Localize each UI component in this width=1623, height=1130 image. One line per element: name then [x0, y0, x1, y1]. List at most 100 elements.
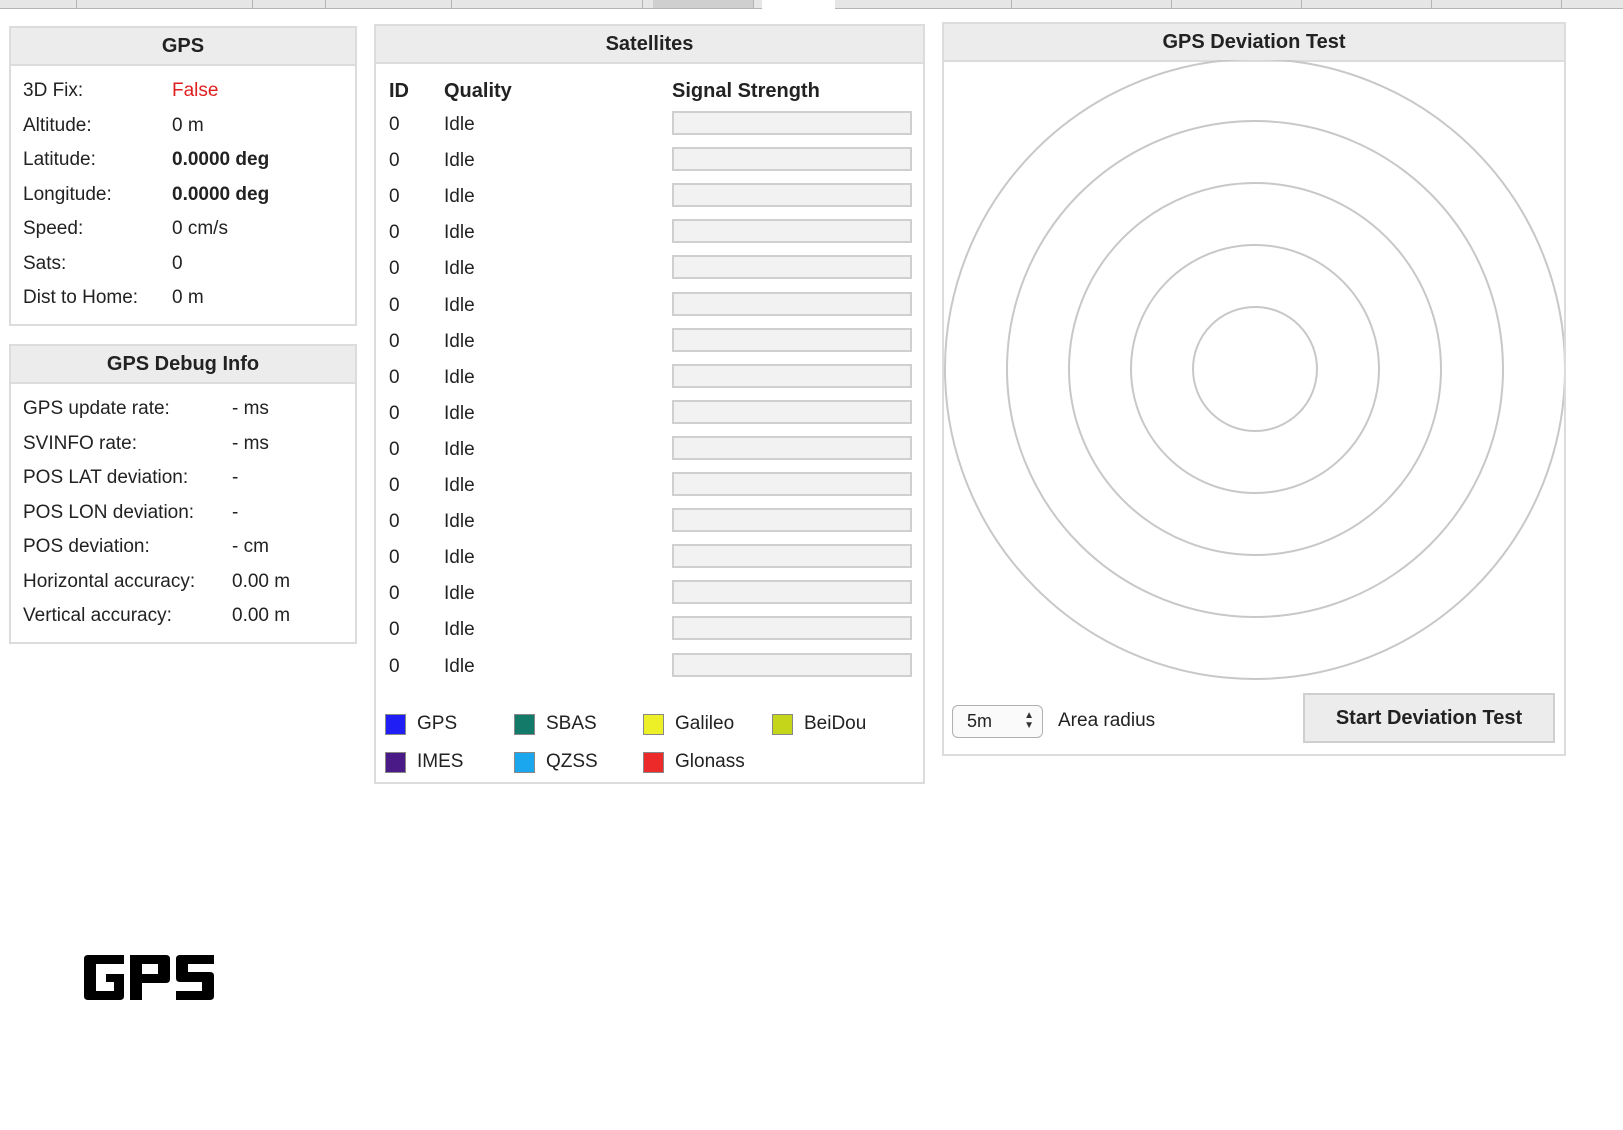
debug-field-value: -	[232, 501, 239, 523]
satellite-quality: Idle	[444, 222, 475, 244]
signal-strength-bar	[672, 327, 912, 352]
deviation-test-panel-title: GPS Deviation Test	[944, 24, 1564, 62]
gps-field-label: Dist to Home:	[23, 287, 139, 308]
legend-item: QZSS	[514, 750, 598, 774]
satellite-quality: Idle	[444, 583, 475, 605]
legend-label: Glonass	[675, 751, 745, 772]
tab-fragment[interactable]	[336, 0, 452, 8]
select-arrows-icon: ▲ ▼	[1024, 710, 1034, 731]
gps-debug-panel-title: GPS Debug Info	[11, 346, 355, 384]
satellite-id: 0	[389, 258, 400, 280]
signal-strength-bar	[672, 399, 912, 424]
legend-label: IMES	[417, 751, 464, 772]
deviation-target-plot	[944, 60, 1564, 680]
signal-strength-bar	[672, 508, 912, 533]
signal-strength-bar	[672, 255, 912, 280]
gps-logo	[84, 955, 214, 1000]
column-header-quality: Quality	[444, 80, 512, 102]
gps-field-value: 0	[172, 252, 183, 274]
start-deviation-test-button[interactable]: Start Deviation Test	[1303, 693, 1555, 743]
signal-strength-bar	[672, 363, 912, 388]
debug-field-value: -	[232, 467, 239, 488]
legend-swatch	[643, 713, 664, 735]
satellite-quality: Idle	[444, 114, 475, 135]
satellites-panel-title: Satellites	[376, 26, 923, 64]
gps-field-label: Sats:	[23, 252, 67, 274]
tab-fragment-active[interactable]	[653, 0, 754, 8]
legend-swatch	[514, 751, 535, 773]
debug-field-value: 0.00 m	[232, 605, 291, 626]
satellite-id: 0	[389, 366, 400, 388]
tab-fragment[interactable]	[1021, 0, 1172, 8]
debug-field-label: POS LON deviation:	[23, 501, 195, 523]
legend-swatch	[385, 751, 406, 773]
area-radius-select[interactable]: 5m ▲ ▼	[952, 705, 1043, 738]
legend-label: QZSS	[546, 751, 598, 772]
signal-strength-bar	[672, 616, 912, 641]
satellite-id: 0	[389, 114, 400, 135]
signal-strength-bar	[672, 111, 912, 135]
satellite-quality: Idle	[444, 511, 475, 533]
satellite-quality: Idle	[444, 294, 475, 316]
debug-field-value: - ms	[232, 432, 269, 454]
legend-swatch	[643, 751, 664, 773]
legend-item: Glonass	[643, 750, 745, 774]
satellite-quality: Idle	[444, 330, 475, 352]
legend-item: SBAS	[514, 712, 597, 736]
area-radius-label: Area radius	[1058, 710, 1156, 731]
tab-fragment[interactable]	[262, 0, 326, 8]
tab-fragment[interactable]	[86, 0, 253, 8]
deviation-ring	[1130, 244, 1380, 494]
signal-strength-bar	[672, 544, 912, 569]
debug-field-value: 0.00 m	[232, 570, 291, 592]
tab-fragment[interactable]	[835, 0, 1012, 8]
satellite-id: 0	[389, 655, 400, 677]
gps-field-label: 3D Fix:	[23, 80, 84, 101]
satellite-id: 0	[389, 330, 400, 352]
satellite-quality: Idle	[444, 258, 475, 280]
column-header-signal-strength: Signal Strength	[672, 80, 820, 102]
deviation-ring	[1006, 120, 1504, 618]
debug-field-label: POS LAT deviation:	[23, 467, 189, 488]
legend-item: GPS	[385, 712, 457, 736]
legend-item: IMES	[385, 750, 463, 774]
gps-field-label: Longitude:	[23, 183, 112, 205]
tab-fragment[interactable]	[462, 0, 643, 8]
signal-strength-bar	[672, 652, 912, 677]
satellite-id: 0	[389, 475, 400, 496]
tab-fragment[interactable]	[1311, 0, 1432, 8]
area-radius-value: 5m	[967, 711, 993, 731]
satellite-quality: Idle	[444, 402, 475, 424]
satellite-quality: Idle	[444, 619, 475, 641]
deviation-ring	[1192, 306, 1318, 432]
signal-strength-bar	[672, 580, 912, 605]
tab-fragment[interactable]	[0, 0, 77, 8]
deviation-ring	[944, 60, 1564, 680]
satellite-quality: Idle	[444, 475, 475, 496]
gps-panel-title: GPS	[11, 28, 355, 66]
satellite-id: 0	[389, 186, 400, 208]
signal-strength-bar	[672, 472, 912, 496]
debug-field-label: POS deviation:	[23, 536, 150, 557]
satellite-id: 0	[389, 438, 400, 460]
satellite-quality: Idle	[444, 366, 475, 388]
satellite-id: 0	[389, 222, 400, 244]
satellite-id: 0	[389, 511, 400, 533]
top-tab-strip-right	[835, 0, 1623, 9]
legend-label: BeiDou	[804, 713, 867, 734]
satellite-quality: Idle	[444, 655, 475, 677]
satellite-quality: Idle	[444, 438, 475, 460]
legend-label: GPS	[417, 713, 458, 734]
legend-swatch	[772, 713, 793, 735]
satellite-id: 0	[389, 294, 400, 316]
signal-strength-bar	[672, 183, 912, 208]
gps-field-value: False	[172, 80, 219, 101]
satellite-id: 0	[389, 583, 400, 605]
gps-field-label: Speed:	[23, 218, 84, 239]
tab-fragment[interactable]	[1441, 0, 1562, 8]
tab-fragment[interactable]	[1181, 0, 1302, 8]
satellite-quality: Idle	[444, 150, 475, 172]
gps-field-value: 0.0000 deg	[172, 149, 270, 170]
satellite-id: 0	[389, 402, 400, 424]
legend-label: SBAS	[546, 713, 597, 734]
